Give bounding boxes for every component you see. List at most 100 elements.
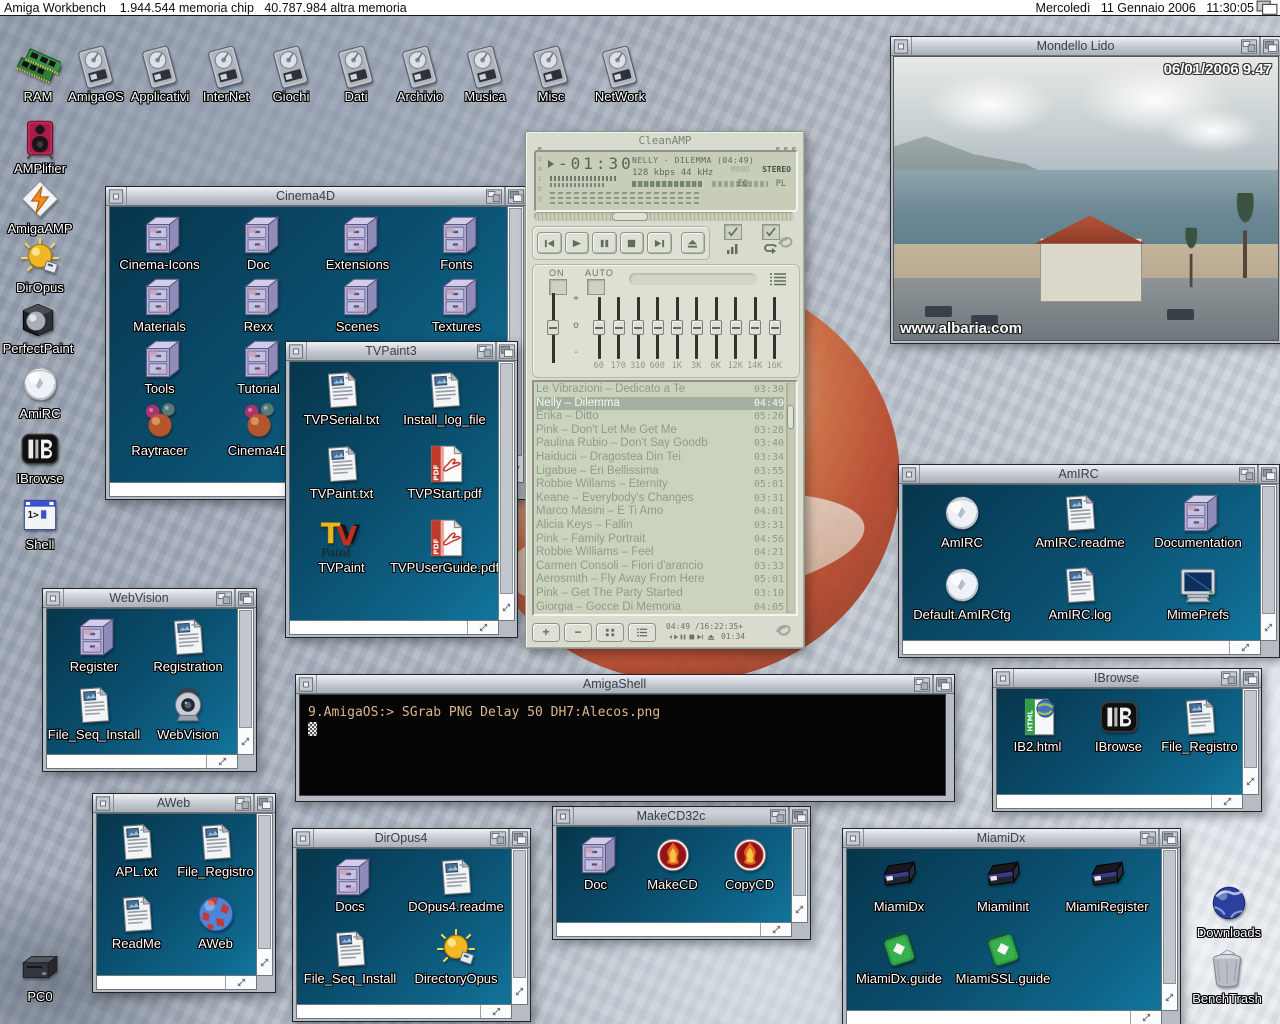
eject-button[interactable]: [681, 232, 706, 254]
window-depth-gadget[interactable]: [1159, 829, 1180, 847]
window-icon-ibrowse[interactable]: IBrowse: [1078, 694, 1159, 766]
shuffle-checkbox[interactable]: [724, 224, 742, 240]
preamp-slider[interactable]: [547, 293, 559, 363]
window-icon-tvpuserguide-pdf[interactable]: PDFTVPUserGuide.pdf: [393, 515, 496, 589]
window-close-gadget[interactable]: [286, 342, 307, 360]
window-icon-file-registro[interactable]: File_Registro: [176, 819, 255, 891]
resize-arrows-icon[interactable]: [499, 595, 514, 619]
window-zoom-gadget[interactable]: [1219, 669, 1240, 687]
window-titlebar[interactable]: MiamiDx: [843, 829, 1180, 848]
track-time-display[interactable]: -01:30: [558, 154, 634, 173]
playlist-list-button[interactable]: [628, 623, 656, 642]
eq-auto-checkbox[interactable]: [587, 279, 605, 295]
window-icon-rexx[interactable]: Rexx: [209, 274, 308, 336]
resize-arrows-icon[interactable]: [1130, 1011, 1161, 1024]
window-icon-cinema-icons[interactable]: Cinema-Icons: [110, 212, 209, 274]
window-zoom-gadget[interactable]: [1239, 37, 1260, 55]
hscroll-handle[interactable]: [48, 756, 205, 767]
playlist-item[interactable]: Paulina Rubio – Don't Say Goodb03:40: [536, 437, 784, 451]
playlist-item[interactable]: Le Vibrazioni – Dedicato a Te03:30: [536, 383, 784, 397]
window-titlebar[interactable]: DirOpus4: [293, 829, 530, 848]
playlist-item[interactable]: Pink – Family Portrait04:56: [536, 533, 784, 547]
window-depth-gadget[interactable]: [933, 675, 954, 693]
window-close-gadget[interactable]: [993, 669, 1014, 687]
vertical-scrollbar[interactable]: [1242, 688, 1259, 795]
desktop-icon-ibrowse[interactable]: IBrowse: [0, 426, 82, 486]
horizontal-scrollbar[interactable]: [556, 922, 792, 937]
window-depth-gadget[interactable]: [509, 829, 530, 847]
window-icon-amirc[interactable]: AmIRC: [903, 490, 1021, 562]
window-icon-webvision[interactable]: WebVision: [141, 682, 235, 750]
vscroll-handle[interactable]: [500, 363, 513, 594]
window-icon-copycd[interactable]: CopyCD: [711, 832, 788, 898]
window-titlebar[interactable]: AWeb: [93, 794, 275, 813]
window-close-gadget[interactable]: [296, 675, 317, 693]
window-zoom-gadget[interactable]: [488, 829, 509, 847]
window-icon-registration[interactable]: Registration: [141, 614, 235, 682]
pause-button[interactable]: [592, 232, 617, 254]
eq-band-slider-6k[interactable]: [710, 297, 722, 359]
playlist-toggle-label[interactable]: PL: [776, 179, 786, 189]
window-titlebar[interactable]: WebVision: [43, 589, 256, 608]
window-icon-file-registro[interactable]: File_Registro: [1159, 694, 1240, 766]
window-titlebar[interactable]: Cinema4D: [106, 187, 526, 206]
horizontal-scrollbar[interactable]: [96, 975, 257, 990]
desktop-icon-amigaamp[interactable]: AmigaAMP: [0, 176, 82, 236]
window-close-gadget[interactable]: [553, 807, 574, 825]
desktop-icon-pc0[interactable]: PC0: [0, 944, 82, 1004]
seek-slider[interactable]: [534, 212, 794, 221]
desktop-icon-downloads[interactable]: Downloads: [1187, 880, 1271, 940]
window-depth-gadget[interactable]: [1260, 37, 1280, 55]
window-icon-tvpaint-txt[interactable]: TVPaint.txt: [290, 441, 393, 515]
window-icon-install-log-file[interactable]: Install_log_file: [393, 367, 496, 441]
window-icon-amirc-readme[interactable]: AmIRC.readme: [1021, 490, 1139, 562]
vertical-scrollbar[interactable]: [791, 826, 808, 923]
workbench-menubar[interactable]: Amiga Workbench 1.944.544 memoria chip 4…: [0, 0, 1280, 16]
window-depth-gadget[interactable]: [1240, 669, 1261, 687]
desktop-icon-shell[interactable]: 1>Shell: [0, 492, 82, 552]
resize-arrows-icon[interactable]: [792, 897, 807, 921]
window-zoom-gadget[interactable]: [214, 589, 235, 607]
playlist-item[interactable]: Erika – Ditto05:26: [536, 410, 784, 424]
resize-arrows-icon[interactable]: [1229, 641, 1260, 654]
eq-band-slider-3k[interactable]: [691, 297, 703, 359]
playlist-remove-button[interactable]: −: [564, 623, 592, 642]
desktop-icon-perfectpaint[interactable]: PerfectPaint: [0, 296, 80, 356]
window-icon-file-seq-install[interactable]: File_Seq_Install: [297, 926, 403, 998]
window-close-gadget[interactable]: [843, 829, 864, 847]
horizontal-scrollbar[interactable]: [846, 1010, 1162, 1024]
eq-band-slider-12k[interactable]: [730, 297, 742, 359]
playlist-item[interactable]: Ligabue – Eri Bellissima03:55: [536, 465, 784, 479]
resize-arrows-icon[interactable]: [467, 621, 498, 634]
horizontal-scrollbar[interactable]: [46, 754, 238, 769]
previous-button[interactable]: [537, 232, 562, 254]
resize-arrows-icon[interactable]: [760, 923, 791, 936]
hscroll-handle[interactable]: [998, 796, 1210, 807]
window-icon-docs[interactable]: Docs: [297, 854, 403, 926]
window-icon-ib2-html[interactable]: HTMLIB2.html: [997, 694, 1078, 766]
eq-band-slider-14k[interactable]: [749, 297, 761, 359]
window-zoom-gadget[interactable]: [233, 794, 254, 812]
vscroll-handle[interactable]: [1163, 850, 1176, 984]
window-icon-aweb[interactable]: AWeb: [176, 891, 255, 963]
seek-handle[interactable]: [612, 212, 648, 221]
window-titlebar[interactable]: AmigaShell: [296, 675, 954, 694]
window-titlebar[interactable]: Mondello Lido: [891, 37, 1280, 56]
window-depth-gadget[interactable]: [1258, 465, 1279, 483]
window-titlebar[interactable]: MakeCD32c: [553, 807, 810, 826]
desktop-icon-amplifier[interactable]: AMPlifier: [0, 116, 82, 176]
window-icon-makecd[interactable]: MakeCD: [634, 832, 711, 898]
window-icon-amirc-log[interactable]: AmIRC.log: [1021, 562, 1139, 634]
window-icon-dopus4-readme[interactable]: DOpus4.readme: [403, 854, 509, 926]
hscroll-handle[interactable]: [291, 622, 466, 633]
vertical-scrollbar[interactable]: [498, 361, 515, 621]
window-icon-directoryopus[interactable]: DirectoryOpus: [403, 926, 509, 998]
playlist-item[interactable]: Alicia Keys – Fallin03:31: [536, 519, 784, 533]
window-zoom-gadget[interactable]: [768, 807, 789, 825]
mini-transport-icons[interactable]: [666, 633, 716, 641]
window-icon-miamidx[interactable]: MiamiDx: [847, 854, 951, 926]
window-depth-gadget[interactable]: [235, 589, 256, 607]
resize-arrows-icon[interactable]: [480, 1005, 511, 1018]
resize-arrows-icon[interactable]: [1243, 769, 1258, 793]
window-icon-textures[interactable]: Textures: [407, 274, 506, 336]
